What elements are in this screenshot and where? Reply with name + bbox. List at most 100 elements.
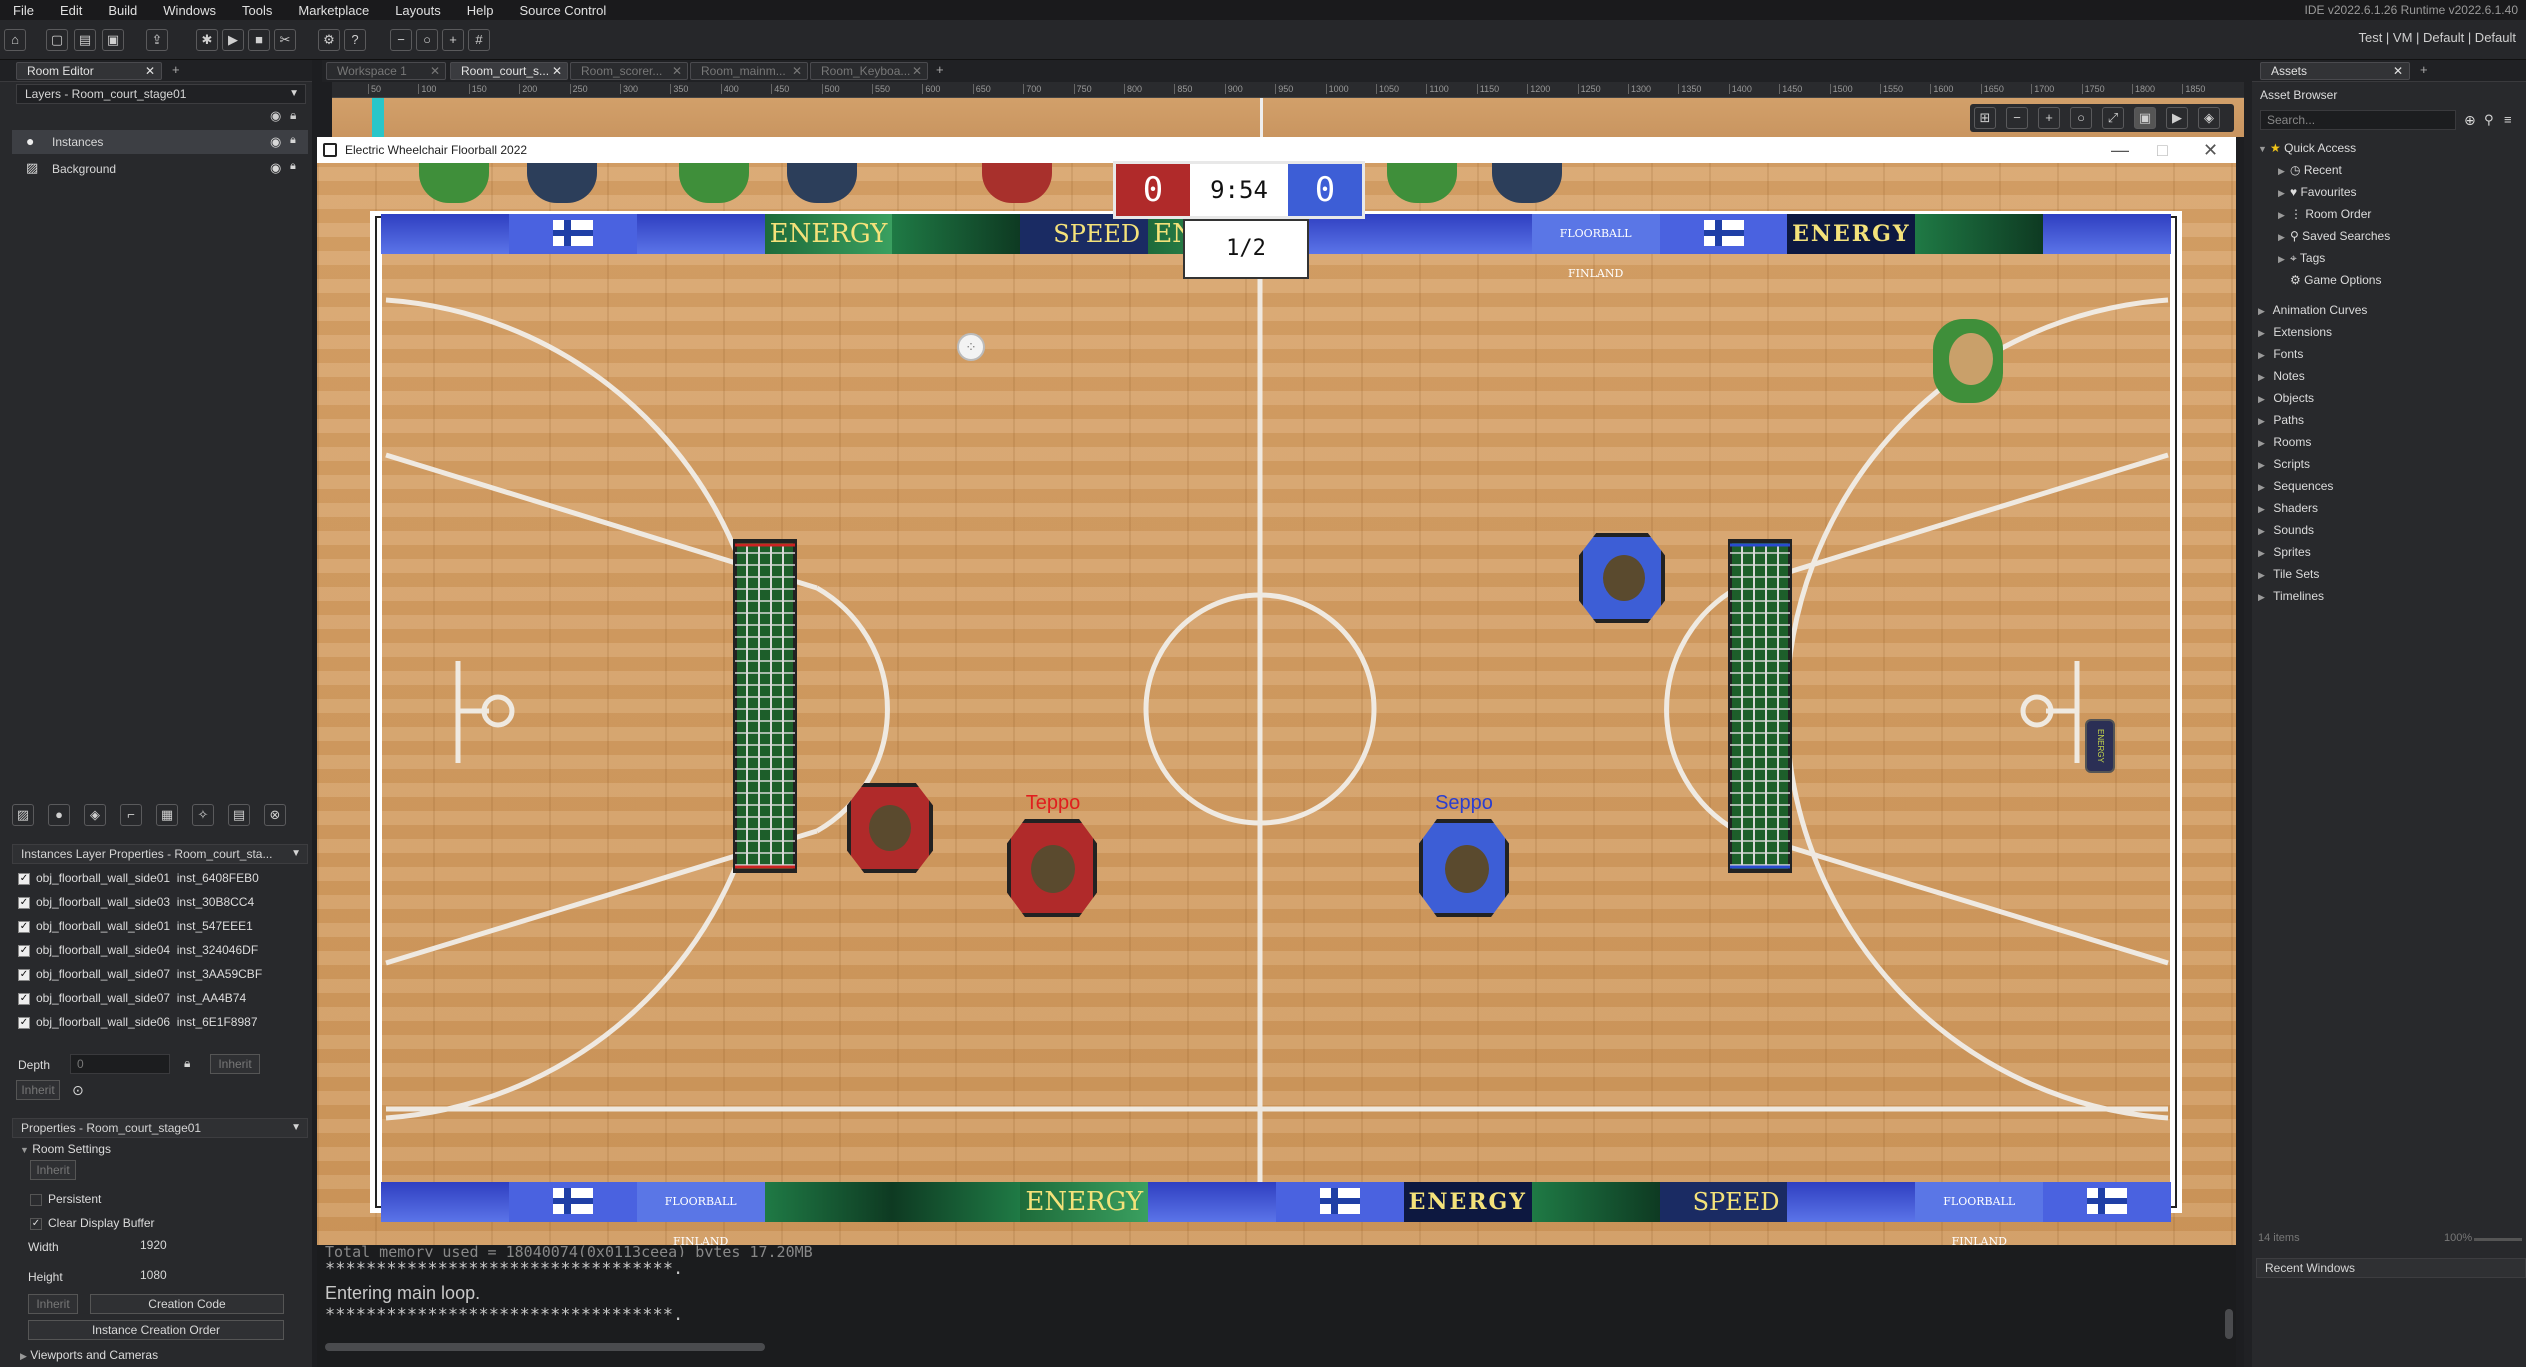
- asset-folder[interactable]: ▶ Objects: [2258, 391, 2314, 405]
- lock-icon[interactable]: 🔒︎: [184, 1056, 190, 1071]
- grid-icon[interactable]: ⊞: [1974, 107, 1996, 129]
- console-vertical-scrollbar[interactable]: [2225, 1309, 2233, 1339]
- asset-folder[interactable]: ▶ Sounds: [2258, 523, 2314, 537]
- inherit-button[interactable]: Inherit: [16, 1080, 60, 1100]
- zoom-out-icon[interactable]: −: [390, 29, 412, 51]
- new-project-icon[interactable]: ▢: [46, 29, 68, 51]
- lock-icon[interactable]: 🔒︎: [290, 134, 296, 147]
- menu-marketplace[interactable]: Marketplace: [285, 3, 382, 18]
- tab-room-court[interactable]: Room_court_s... ✕: [450, 62, 568, 80]
- menu-tools[interactable]: Tools: [229, 3, 285, 18]
- room-settings-section[interactable]: ▼ Room Settings: [20, 1142, 111, 1156]
- menu-help[interactable]: Help: [454, 3, 507, 18]
- visibility-icon[interactable]: ◉: [270, 160, 281, 176]
- room-editor-tab[interactable]: Room Editor ✕: [16, 62, 162, 80]
- instance-row[interactable]: ✓ obj_floorball_wall_side07 inst_AA4B74: [18, 988, 246, 1008]
- instance-row[interactable]: ✓ obj_floorball_wall_side07 inst_3AA59CBF: [18, 964, 262, 984]
- visibility-icon[interactable]: ◉: [270, 108, 281, 124]
- checkbox[interactable]: [30, 1193, 42, 1206]
- quick-item-favourites[interactable]: ▶ ♥ Favourites: [2278, 185, 2357, 199]
- run-icon[interactable]: ▶: [222, 29, 244, 51]
- zoom-reset-icon[interactable]: ○: [2070, 107, 2092, 129]
- width-field[interactable]: 1920: [134, 1236, 214, 1256]
- asset-folder[interactable]: ▶ Scripts: [2258, 457, 2310, 471]
- instance-creation-order-button[interactable]: Instance Creation Order: [28, 1320, 284, 1340]
- asset-folder[interactable]: ▶ Shaders: [2258, 501, 2318, 515]
- minimize-icon[interactable]: —: [2111, 137, 2129, 163]
- debug-icon[interactable]: ✱: [196, 29, 218, 51]
- stop-icon[interactable]: ■: [248, 29, 270, 51]
- assets-tab[interactable]: Assets ✕: [2260, 62, 2410, 80]
- quick-item-room-order[interactable]: ▶ ⋮ Room Order: [2278, 207, 2371, 221]
- menu-build[interactable]: Build: [95, 3, 150, 18]
- checkbox[interactable]: ✓: [18, 872, 30, 885]
- help-icon[interactable]: ?: [344, 29, 366, 51]
- close-icon[interactable]: ✕: [2203, 137, 2218, 163]
- quick-item-game-options[interactable]: ⚙ Game Options: [2278, 273, 2381, 287]
- fullscreen-icon[interactable]: ▣: [2134, 107, 2156, 129]
- checkbox[interactable]: ✓: [18, 944, 30, 957]
- instances-layer-properties-header[interactable]: Instances Layer Properties - Room_court_…: [12, 844, 308, 864]
- zoom-reset-icon[interactable]: ○: [416, 29, 438, 51]
- inherit-creation-button[interactable]: Inherit: [28, 1294, 78, 1314]
- filter-icon[interactable]: ⚲: [2484, 112, 2494, 128]
- recent-windows-header[interactable]: Recent Windows: [2256, 1258, 2526, 1278]
- clean-icon[interactable]: ✂: [274, 29, 296, 51]
- asset-folder[interactable]: ▶ Notes: [2258, 369, 2305, 383]
- add-asset-layer-icon[interactable]: ▦: [156, 804, 178, 826]
- checkbox[interactable]: ✓: [18, 1016, 30, 1029]
- menu-file[interactable]: File: [0, 3, 47, 18]
- asset-folder[interactable]: ▶ Animation Curves: [2258, 303, 2367, 317]
- add-tab-icon[interactable]: +: [2420, 62, 2428, 77]
- add-effect-layer-icon[interactable]: ✧: [192, 804, 214, 826]
- menu-windows[interactable]: Windows: [150, 3, 229, 18]
- asset-folder[interactable]: ▶ Tile Sets: [2258, 567, 2319, 581]
- asset-folder[interactable]: ▶ Paths: [2258, 413, 2304, 427]
- instance-row[interactable]: ✓ obj_floorball_wall_side03 inst_30B8CC4: [18, 892, 254, 912]
- close-icon[interactable]: ✕: [145, 63, 155, 79]
- add-tab-icon[interactable]: +: [936, 62, 944, 77]
- menu-source-control[interactable]: Source Control: [507, 3, 620, 18]
- inherit-room-button[interactable]: Inherit: [30, 1160, 76, 1180]
- instance-row[interactable]: ✓ obj_floorball_wall_side01 inst_547EEE1: [18, 916, 253, 936]
- asset-folder[interactable]: ▶ Fonts: [2258, 347, 2303, 361]
- close-icon[interactable]: ✕: [552, 63, 562, 79]
- tab-workspace[interactable]: Workspace 1 ✕: [326, 62, 446, 80]
- menu-edit[interactable]: Edit: [47, 3, 95, 18]
- asset-folder[interactable]: ▶ Sprites: [2258, 545, 2311, 559]
- checkbox[interactable]: ✓: [30, 1217, 42, 1230]
- lock-icon[interactable]: 🔒︎: [290, 108, 296, 123]
- menu-icon[interactable]: ≡: [2504, 112, 2512, 127]
- depth-field[interactable]: 0: [70, 1054, 170, 1074]
- checkbox[interactable]: ✓: [18, 968, 30, 981]
- viewports-section[interactable]: ▶ Viewports and Cameras: [20, 1348, 158, 1362]
- quick-item-recent[interactable]: ▶ ◷ Recent: [2278, 163, 2342, 177]
- close-icon[interactable]: ✕: [912, 63, 922, 79]
- quick-item-tags[interactable]: ▶ ⌖ Tags: [2278, 251, 2325, 266]
- clear-display-option[interactable]: ✓ Clear Display Buffer: [30, 1216, 155, 1230]
- fit-icon[interactable]: ⤢: [2102, 107, 2124, 129]
- lock-icon[interactable]: 🔒︎: [290, 160, 296, 173]
- open-project-icon[interactable]: ▤: [74, 29, 96, 51]
- asset-folder[interactable]: ▶ Timelines: [2258, 589, 2324, 603]
- checkbox[interactable]: ✓: [18, 992, 30, 1005]
- zoom-slider[interactable]: [2474, 1238, 2522, 1241]
- zoom-in-icon[interactable]: +: [442, 29, 464, 51]
- grid-icon[interactable]: #: [468, 29, 490, 51]
- add-tab-icon[interactable]: +: [172, 62, 180, 77]
- checkbox[interactable]: ✓: [18, 920, 30, 933]
- target-config[interactable]: Test | VM | Default | Default: [2358, 30, 2516, 45]
- close-icon[interactable]: ✕: [430, 63, 440, 79]
- delete-layer-icon[interactable]: ⊗: [264, 804, 286, 826]
- layer-row-instances[interactable]: ● Instances ◉ 🔒︎: [12, 130, 308, 154]
- home-icon[interactable]: ⌂: [4, 29, 26, 51]
- instance-row[interactable]: ✓ obj_floorball_wall_side01 inst_6408FEB0: [18, 868, 259, 888]
- settings-icon[interactable]: ⊙: [72, 1082, 84, 1099]
- maximize-icon[interactable]: □: [2157, 137, 2168, 163]
- panel-divider[interactable]: [2244, 60, 2252, 1367]
- add-tile-layer-icon[interactable]: ◈: [84, 804, 106, 826]
- inherit-depth-button[interactable]: Inherit: [210, 1054, 260, 1074]
- add-folder-icon[interactable]: ▤: [228, 804, 250, 826]
- asset-folder[interactable]: ▶ Rooms: [2258, 435, 2311, 449]
- layer-icon[interactable]: ◈: [2198, 107, 2220, 129]
